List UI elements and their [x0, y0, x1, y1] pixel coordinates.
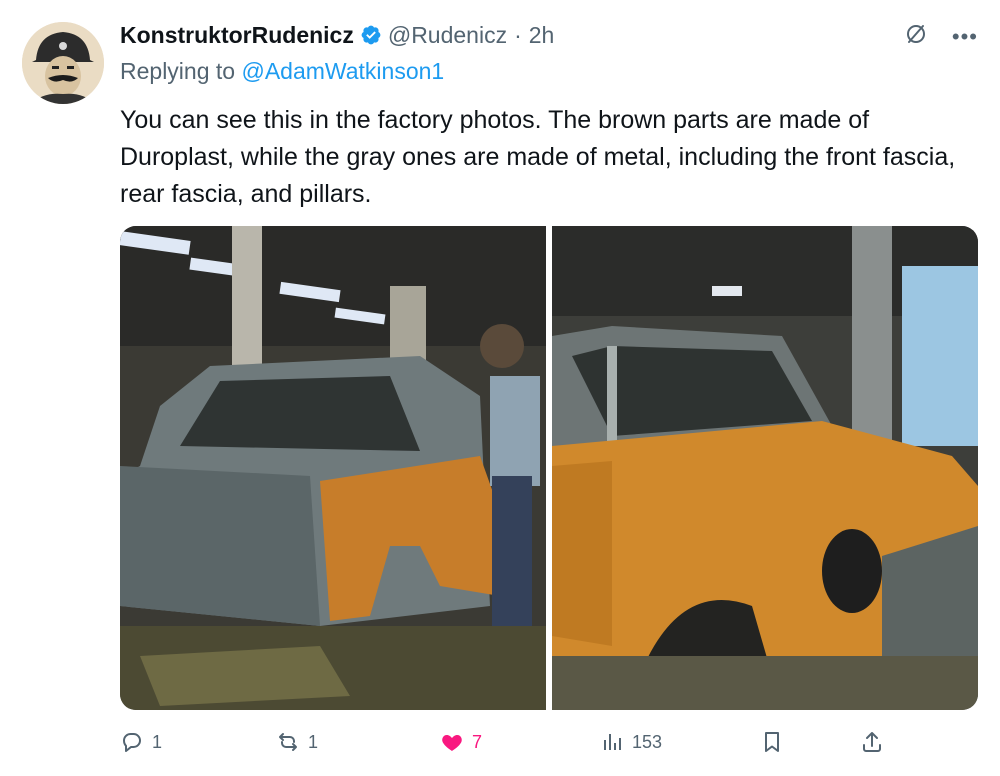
- views-button[interactable]: 153: [600, 724, 662, 760]
- action-bar: 1 1 7 153: [120, 724, 978, 760]
- view-count: 153: [632, 731, 663, 752]
- post-time[interactable]: 2h: [529, 22, 555, 49]
- reply-button[interactable]: 1: [120, 724, 162, 760]
- share-icon: [863, 732, 881, 752]
- replying-to: Replying to @AdamWatkinson1: [120, 58, 444, 85]
- share-button[interactable]: [860, 724, 884, 760]
- reply-mention-link[interactable]: @AdamWatkinson1: [241, 58, 444, 84]
- repost-icon: [279, 733, 297, 751]
- verified-badge-icon: [360, 24, 382, 46]
- replying-to-label: Replying to: [120, 58, 236, 84]
- media-photo-2[interactable]: [552, 226, 978, 710]
- factory-photo-car-body-rear: [120, 226, 546, 710]
- top-right-controls: •••: [904, 22, 978, 51]
- repost-count: 1: [308, 731, 319, 752]
- avatar[interactable]: [22, 22, 104, 104]
- like-count: 7: [472, 731, 483, 752]
- grok-icon[interactable]: [904, 22, 928, 51]
- analytics-icon: [604, 734, 621, 750]
- heart-filled-icon: [442, 735, 462, 751]
- tweet-text: You can see this in the factory photos. …: [120, 106, 956, 208]
- factory-photo-car-body-front: [552, 226, 978, 710]
- author-display-name[interactable]: KonstruktorRudenicz: [120, 22, 354, 49]
- separator-dot: ·: [514, 21, 522, 48]
- media-grid: [120, 226, 978, 710]
- more-options-icon[interactable]: •••: [952, 25, 978, 48]
- reply-count: 1: [152, 731, 163, 752]
- reply-icon: [123, 733, 141, 752]
- like-button[interactable]: 7: [440, 724, 482, 760]
- bookmark-icon: [765, 732, 779, 752]
- media-photo-1[interactable]: [120, 226, 546, 710]
- bookmark-button[interactable]: [760, 724, 784, 760]
- repost-button[interactable]: 1: [276, 724, 318, 760]
- avatar-image: [22, 22, 104, 104]
- tweet-header: KonstruktorRudenicz @Rudenicz · 2h: [120, 18, 554, 52]
- author-handle[interactable]: @Rudenicz: [388, 22, 507, 49]
